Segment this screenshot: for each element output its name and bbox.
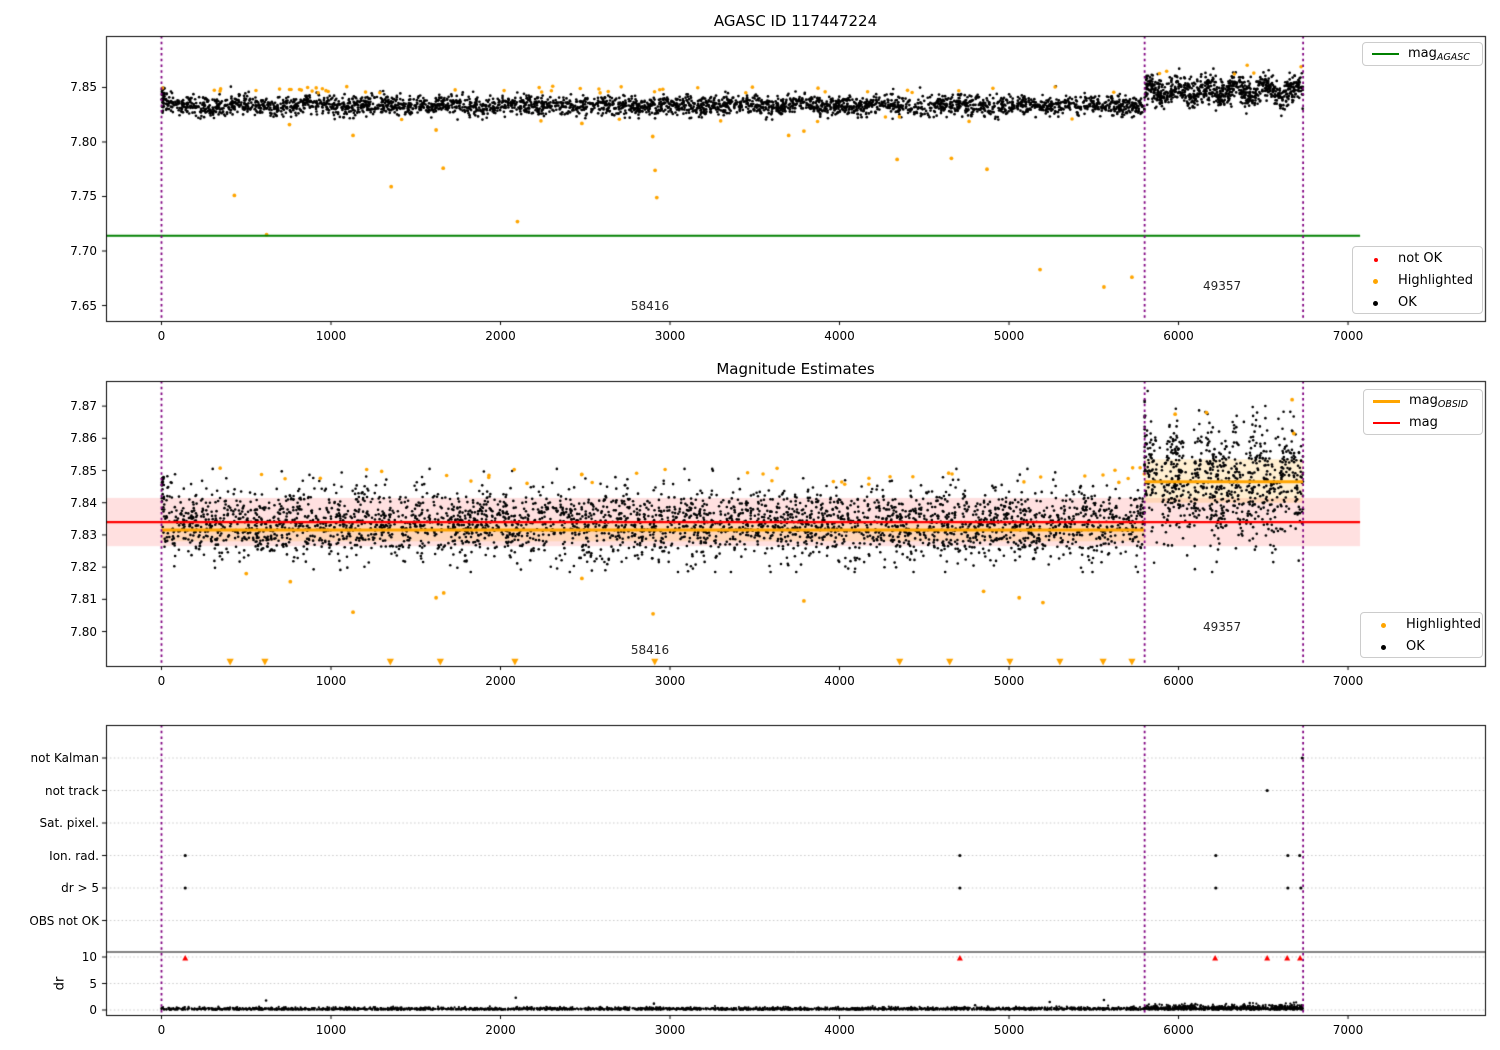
obsid-annotation-58416: 58416 bbox=[630, 642, 670, 657]
figure-agasc-magnitude-report: 0 1000 2000 3000 4000 5000 6000 7000 7.65 7.70 7.7… bbox=[0, 0, 1500, 1050]
legend-label: OK bbox=[1398, 294, 1417, 310]
legend-mag-lines: magOBSID mag bbox=[1363, 389, 1483, 435]
not-ok-marker-icon bbox=[1362, 251, 1389, 266]
legend-entry-mag: mag bbox=[1364, 412, 1482, 434]
obsid-annotation-49357: 49357 bbox=[1203, 278, 1242, 293]
legend-label: magAGASC bbox=[1408, 45, 1470, 63]
top-chart-title: AGASC ID 117447224 bbox=[713, 12, 878, 30]
mag-agasc-line-swatch bbox=[1372, 53, 1399, 55]
legend-entry-ok: OK bbox=[1353, 291, 1482, 313]
legend-middle-markers: Highlighted OK bbox=[1360, 612, 1483, 658]
legend-label: OK bbox=[1406, 638, 1425, 654]
legend-entry-mag-obsid: magOBSID bbox=[1364, 390, 1482, 412]
legend-entry-ok: OK bbox=[1361, 635, 1482, 657]
middle-chart-title: Magnitude Estimates bbox=[716, 360, 875, 378]
mag-line-swatch bbox=[1373, 422, 1400, 424]
legend-label: Highlighted bbox=[1398, 272, 1473, 288]
highlighted-marker-icon bbox=[1362, 273, 1389, 288]
legend-top-markers: not OK Highlighted OK bbox=[1352, 246, 1483, 314]
legend-label: mag bbox=[1409, 414, 1438, 430]
obsid-annotation-49357: 49357 bbox=[1203, 620, 1242, 635]
highlighted-marker-icon bbox=[1370, 617, 1397, 632]
ok-marker-icon bbox=[1370, 639, 1397, 654]
legend-entry-mag-agasc: magAGASC bbox=[1363, 43, 1482, 65]
legend-entry-highlighted: Highlighted bbox=[1353, 269, 1482, 291]
obsid-annotation-58416: 58416 bbox=[630, 298, 670, 313]
charts-canvas bbox=[0, 0, 1500, 1050]
legend-label: magOBSID bbox=[1409, 392, 1469, 410]
legend-label: not OK bbox=[1398, 250, 1443, 266]
legend-entry-not-ok: not OK bbox=[1353, 247, 1482, 269]
legend-mag-agasc: magAGASC bbox=[1362, 42, 1483, 66]
legend-label: Highlighted bbox=[1406, 616, 1481, 632]
ok-marker-icon bbox=[1362, 295, 1389, 310]
mag-obsid-line-swatch bbox=[1373, 399, 1400, 403]
legend-entry-highlighted: Highlighted bbox=[1361, 613, 1482, 635]
dr-axis-label: dr bbox=[52, 976, 68, 991]
